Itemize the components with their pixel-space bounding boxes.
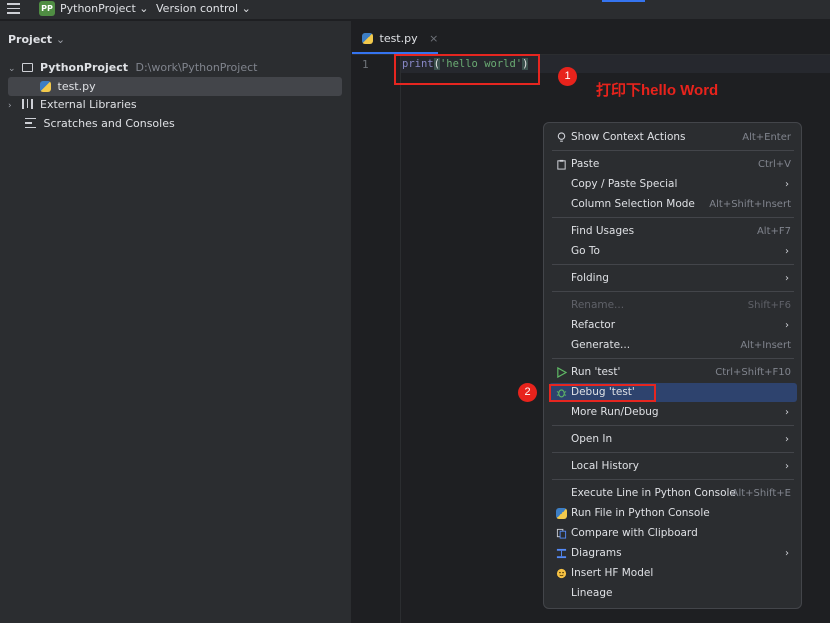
tree-item-external-libraries[interactable]: › External Libraries (8, 95, 137, 114)
debug-highlight-box (549, 384, 656, 402)
code-highlight-box (394, 54, 540, 85)
menu-separator (552, 217, 794, 218)
project-panel-title[interactable]: Project ⌄ (8, 33, 65, 46)
clipboard-icon (557, 159, 566, 170)
menu-item-run-test[interactable]: Run 'test' Ctrl+Shift+F10 (549, 363, 797, 382)
close-icon[interactable]: × (429, 32, 438, 45)
project-path: D:\work\PythonProject (135, 61, 258, 74)
python-file-icon (40, 81, 51, 92)
gutter-divider (400, 55, 401, 623)
chevron-right-icon: › (785, 461, 789, 472)
menu-item-generate[interactable]: Generate... Alt+Insert (549, 336, 797, 355)
project-badge[interactable]: PP (39, 1, 55, 16)
chevron-right-icon: › (785, 273, 789, 284)
hugging-face-icon (556, 568, 567, 579)
hamburger-menu-icon[interactable] (7, 3, 20, 14)
run-icon (557, 367, 567, 378)
menu-item-run-file-console[interactable]: Run File in Python Console (549, 504, 797, 523)
project-name: PythonProject (60, 2, 136, 15)
chevron-down-icon: ⌄ (241, 2, 251, 15)
menu-separator (552, 452, 794, 453)
title-bar: PP PythonProject ⌄ Version control ⌄ (0, 0, 830, 20)
tree-item-label: PythonProject (40, 61, 128, 74)
menu-item-show-context-actions[interactable]: Show Context Actions Alt+Enter (549, 128, 797, 147)
menu-item-execute-line[interactable]: Execute Line in Python Console Alt+Shift… (549, 484, 797, 503)
menu-item-diagrams[interactable]: Diagrams › (549, 544, 797, 563)
project-switcher[interactable]: PythonProject ⌄ (60, 2, 148, 15)
tab-test-py[interactable]: test.py × (362, 31, 438, 47)
lightbulb-icon (557, 132, 566, 142)
menu-item-lineage[interactable]: Lineage (549, 584, 797, 603)
menu-item-more-run-debug[interactable]: More Run/Debug › (549, 403, 797, 422)
diagram-icon (556, 548, 567, 559)
tree-item-label: External Libraries (40, 98, 137, 111)
menu-item-copy-paste-special[interactable]: Copy / Paste Special › (549, 175, 797, 194)
chevron-right-icon: › (785, 548, 789, 559)
menu-item-open-in[interactable]: Open In › (549, 430, 797, 449)
tab-label: test.py (379, 32, 418, 45)
chevron-right-icon: › (785, 179, 789, 190)
step-badge-2: 2 (518, 383, 537, 402)
menu-item-paste[interactable]: Paste Ctrl+V (549, 155, 797, 174)
chevron-right-icon: › (785, 434, 789, 445)
menu-item-go-to[interactable]: Go To › (549, 242, 797, 261)
menu-separator (552, 264, 794, 265)
python-icon (556, 508, 567, 519)
menu-separator (552, 150, 794, 151)
chevron-right-icon: › (785, 320, 789, 331)
tree-item-label: Scratches and Consoles (43, 117, 175, 130)
menu-item-find-usages[interactable]: Find Usages Alt+F7 (549, 222, 797, 241)
menu-separator (552, 425, 794, 426)
tree-item-label: test.py (57, 80, 96, 93)
menu-item-compare-clipboard[interactable]: Compare with Clipboard (549, 524, 797, 543)
menu-item-insert-hf-model[interactable]: Insert HF Model (549, 564, 797, 583)
tree-item-scratches[interactable]: Scratches and Consoles (8, 114, 175, 133)
chevron-right-icon: › (785, 246, 789, 257)
menu-separator (552, 358, 794, 359)
menu-item-local-history[interactable]: Local History › (549, 457, 797, 476)
toolbar-accent (602, 0, 645, 2)
menu-item-column-selection-mode[interactable]: Column Selection Mode Alt+Shift+Insert (549, 195, 797, 214)
context-menu: Show Context Actions Alt+Enter Paste Ctr… (543, 122, 802, 609)
menu-separator (552, 479, 794, 480)
chevron-right-icon: › (785, 407, 789, 418)
python-file-icon (362, 33, 373, 44)
compare-icon (556, 528, 567, 539)
tree-item-test-py[interactable]: test.py (8, 77, 342, 96)
line-number: 1 (362, 58, 369, 71)
menu-separator (552, 291, 794, 292)
chevron-down-icon: ⌄ (139, 2, 149, 15)
library-icon (21, 99, 33, 109)
menu-item-refactor[interactable]: Refactor › (549, 316, 797, 335)
folder-icon (21, 63, 33, 72)
version-control-menu[interactable]: Version control ⌄ (156, 2, 251, 15)
menu-item-folding[interactable]: Folding › (549, 269, 797, 288)
chevron-down-icon: ⌄ (55, 33, 66, 46)
menu-item-rename: Rename... Shift+F6 (571, 299, 791, 311)
project-tool-window: Project ⌄ ⌄ PythonProject D:\work\Python… (0, 21, 351, 623)
step-badge-1: 1 (558, 67, 577, 86)
version-control-label: Version control (156, 2, 239, 15)
tree-item-project-root[interactable]: ⌄ PythonProject D:\work\PythonProject (8, 58, 257, 77)
annotation-note: 打印下hello Word (596, 82, 719, 99)
scratches-icon (25, 118, 36, 128)
